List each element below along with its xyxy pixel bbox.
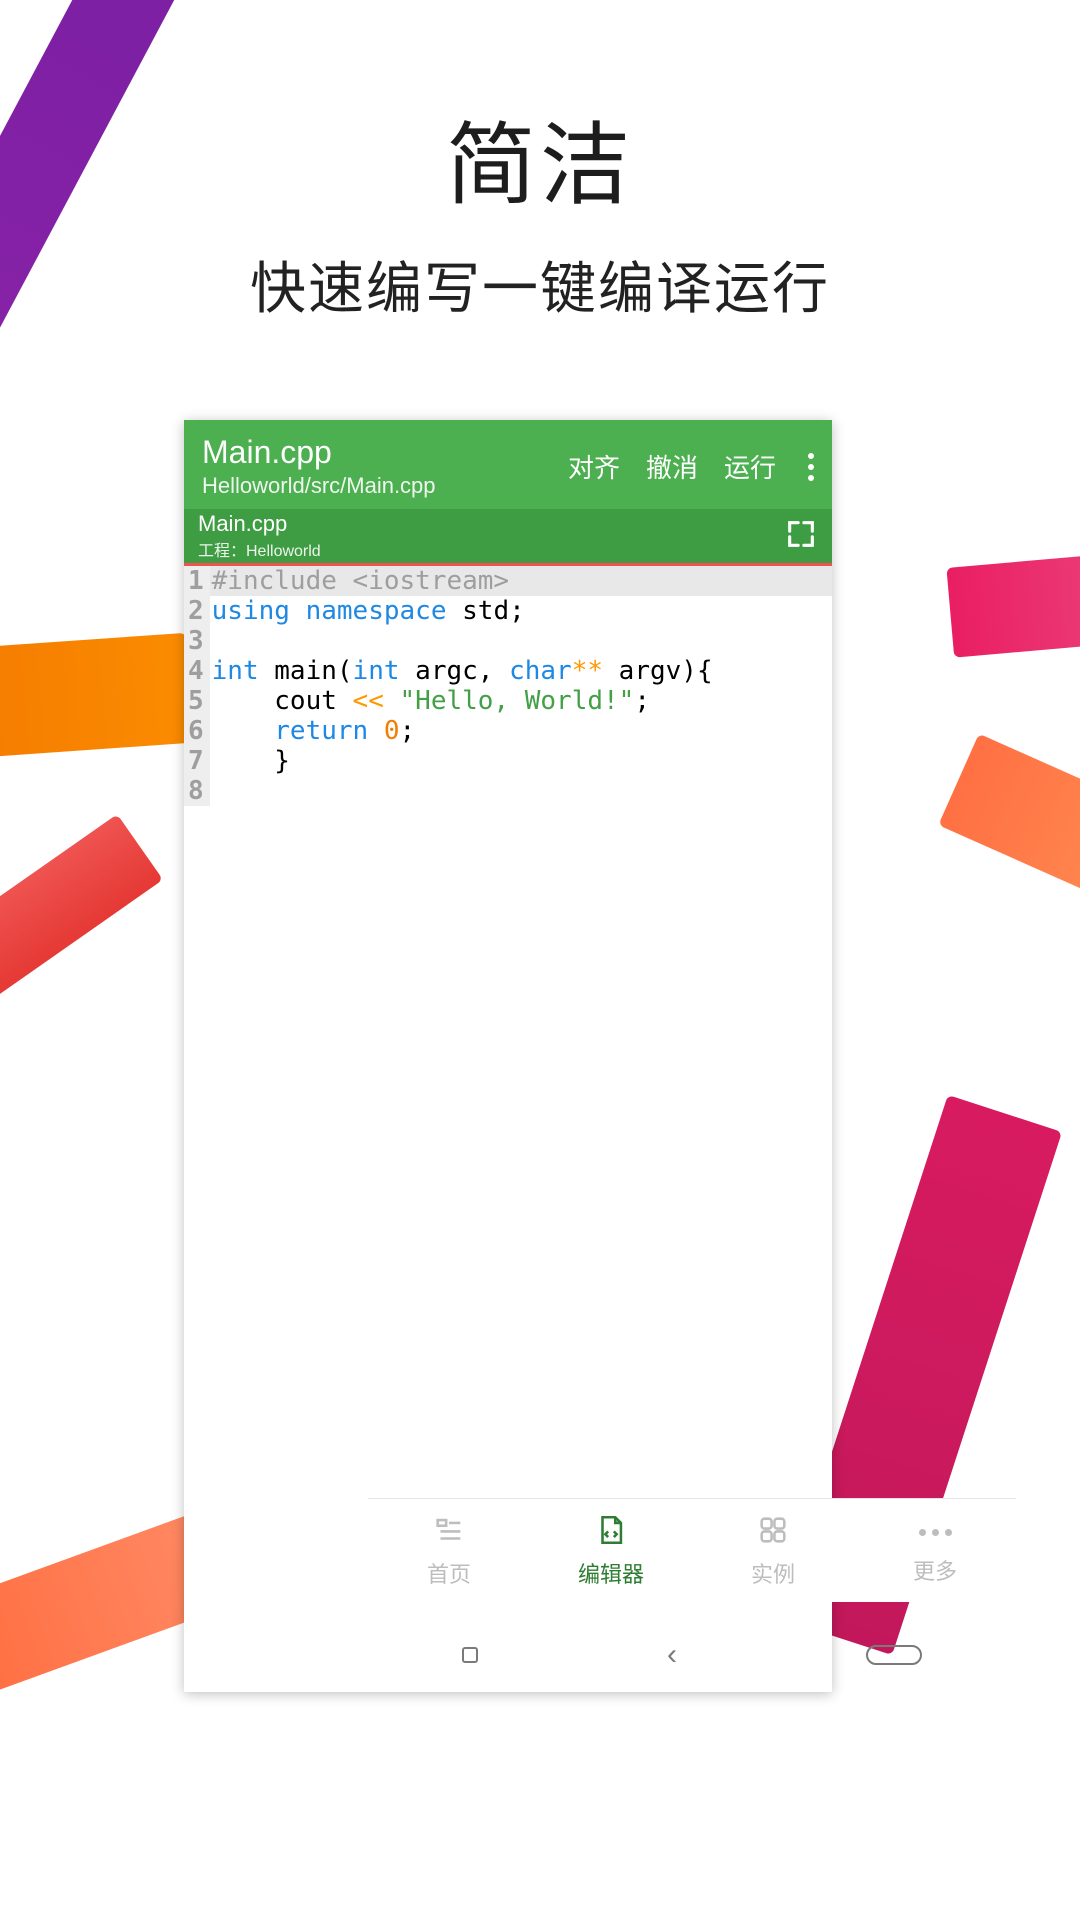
align-button[interactable]: 对齐: [568, 448, 620, 485]
nav-more[interactable]: 更多: [854, 1499, 1016, 1602]
page-subtitle: 快速编写一键编译运行: [0, 244, 1080, 325]
decor-stripe-orange-right: [938, 734, 1080, 907]
editor-tabbar: Main.cpp 工程：Helloworld: [184, 509, 832, 563]
nav-editor-label: 编辑器: [578, 1557, 644, 1589]
tab-filename[interactable]: Main.cpp: [198, 511, 784, 537]
decor-stripe-red-left: [0, 814, 163, 1006]
editor-card: Main.cpp Helloworld/src/Main.cpp 对齐 撤消 运…: [184, 420, 832, 1692]
tab-project: 工程：Helloworld: [198, 537, 784, 561]
code-lines[interactable]: #include <iostream> using namespace std;…: [210, 566, 832, 806]
line-gutter: 1 2 3 4 5 6 7 8: [184, 566, 210, 806]
home-icon: [432, 1513, 466, 1553]
bottom-nav: 首页 编辑器 实例 更多: [368, 1498, 1016, 1602]
nav-home[interactable]: 首页: [368, 1499, 530, 1602]
more-menu-icon[interactable]: [808, 453, 814, 481]
decor-stripe-magenta-right: [946, 552, 1080, 657]
nav-editor[interactable]: 编辑器: [530, 1499, 692, 1602]
nav-examples-label: 实例: [751, 1557, 795, 1589]
file-path: Helloworld/src/Main.cpp: [202, 473, 568, 499]
run-button[interactable]: 运行: [724, 448, 776, 485]
nav-more-label: 更多: [913, 1554, 957, 1586]
code-area[interactable]: 1 2 3 4 5 6 7 8 #include <iostream> usin…: [184, 566, 832, 806]
nav-examples[interactable]: 实例: [692, 1499, 854, 1602]
page-title: 简洁: [0, 92, 1080, 222]
more-icon: [919, 1516, 952, 1550]
sys-recent-icon[interactable]: [462, 1647, 478, 1663]
expand-icon[interactable]: [784, 517, 818, 556]
sys-home-icon[interactable]: [866, 1645, 922, 1665]
code-file-icon: [594, 1513, 628, 1553]
system-nav: ‹: [368, 1638, 1016, 1672]
undo-button[interactable]: 撤消: [646, 448, 698, 485]
file-title: Main.cpp: [202, 434, 568, 471]
sys-back-icon[interactable]: ‹: [667, 1638, 677, 1672]
decor-stripe-orange-left: [0, 633, 194, 757]
editor-header: Main.cpp Helloworld/src/Main.cpp 对齐 撤消 运…: [184, 420, 832, 509]
grid-icon: [756, 1513, 790, 1553]
nav-home-label: 首页: [427, 1557, 471, 1589]
